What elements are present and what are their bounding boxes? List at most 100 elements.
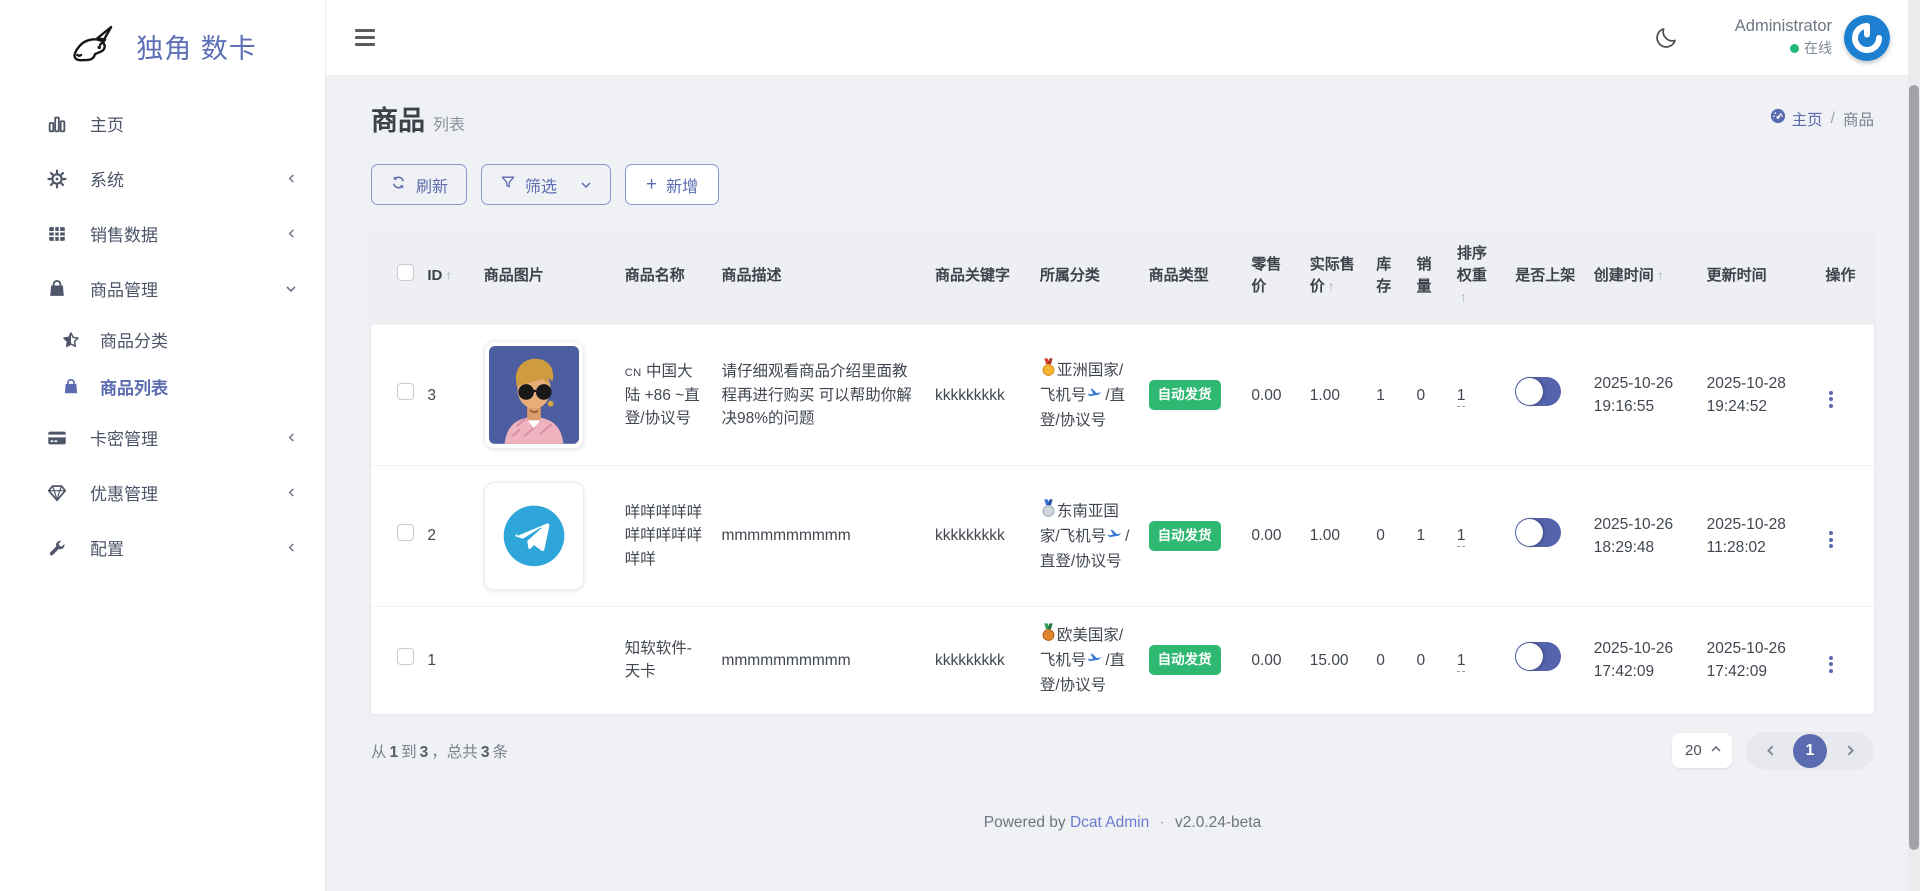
sidebar-item-label: 商品列表 (100, 374, 297, 399)
dcat-admin-link[interactable]: Dcat Admin (1070, 814, 1149, 831)
product-table: ID↑ 商品图片 商品名称 商品描述 商品关键字 所属分类 商品类型 零售价 实… (371, 227, 1874, 714)
cell-image-empty (476, 606, 617, 713)
on-sale-toggle[interactable] (1515, 377, 1561, 406)
sidebar-item-system[interactable]: 系统 (0, 151, 325, 206)
kebab-menu-icon[interactable] (1825, 387, 1837, 412)
cell-description: mmmmmmmmmm (713, 606, 927, 713)
sort-arrow-icon[interactable]: ↑ (1460, 289, 1467, 305)
sidebar-item-label: 优惠管理 (90, 480, 286, 505)
cell-keyword: kkkkkkkkk (927, 466, 1032, 607)
main-area: Administrator 在线 商品列表 (325, 0, 1920, 891)
prev-page-button[interactable] (1757, 738, 1783, 764)
on-sale-toggle[interactable] (1515, 642, 1561, 671)
kebab-menu-icon[interactable] (1825, 527, 1837, 552)
on-sale-toggle[interactable] (1515, 518, 1561, 547)
cn-flag-icon: CN (625, 367, 642, 379)
sort-weight-editable[interactable]: 1 (1457, 652, 1466, 672)
sidebar-item-product-management[interactable]: 商品管理 (0, 261, 325, 316)
column-header-stock: 库存 (1368, 227, 1408, 325)
table-row: 3 (371, 325, 1874, 466)
refresh-button-label: 刷新 (416, 173, 448, 197)
list-footer: 从1到3，总共3条 20 1 (371, 732, 1874, 770)
column-header-category: 所属分类 (1032, 227, 1141, 325)
next-page-button[interactable] (1837, 738, 1863, 764)
credit-card-icon (44, 427, 70, 449)
chevron-left-icon (286, 432, 297, 443)
per-page-value: 20 (1685, 742, 1702, 759)
cell-updated-at: 2025-10-26 17:42:09 (1699, 606, 1818, 713)
column-header-description: 商品描述 (713, 227, 927, 325)
sidebar-item-product-list[interactable]: 商品列表 (0, 363, 325, 410)
content: 商品列表 主页 / 商品 (325, 75, 1920, 891)
moon-icon[interactable] (1654, 25, 1679, 50)
cell-stock: 0 (1368, 606, 1408, 713)
brand-name: 独角 数卡 (136, 27, 257, 66)
cell-sales: 0 (1409, 325, 1449, 466)
row-checkbox[interactable] (397, 524, 414, 541)
cell-description: mmmmmmmmmm (713, 466, 927, 607)
silver-medal-icon (1041, 505, 1056, 522)
chevron-up-icon (1710, 742, 1722, 760)
chevron-down-icon (285, 283, 297, 295)
online-status-label: 在线 (1804, 38, 1832, 58)
sidebar-item-sales-data[interactable]: 销售数据 (0, 206, 325, 261)
cell-retail-price: 0.00 (1243, 606, 1301, 713)
column-header-id: ID↑ (419, 227, 475, 325)
breadcrumb-home-link[interactable]: 主页 (1770, 108, 1823, 130)
column-header-sales: 销量 (1409, 227, 1449, 325)
sort-weight-editable[interactable]: 1 (1457, 527, 1466, 547)
cell-category: 欧美国家/飞机号/直登/协议号 (1032, 606, 1141, 713)
page-title-block: 商品列表 (371, 99, 465, 138)
sidebar-item-label: 主页 (90, 111, 297, 136)
refresh-button[interactable]: 刷新 (371, 164, 467, 205)
add-button[interactable]: + 新增 (625, 164, 719, 205)
type-badge: 自动发货 (1149, 380, 1221, 410)
cell-actual-price: 15.00 (1302, 606, 1368, 713)
sort-arrow-icon[interactable]: ↑ (1328, 278, 1335, 294)
cell-created-at: 2025-10-26 18:29:48 (1586, 466, 1699, 607)
select-all-checkbox[interactable] (397, 264, 414, 281)
cell-id: 1 (419, 606, 475, 713)
sidebar-item-discount-management[interactable]: 优惠管理 (0, 465, 325, 520)
avatar[interactable] (1844, 15, 1890, 61)
kebab-menu-icon[interactable] (1825, 652, 1837, 677)
row-checkbox[interactable] (397, 383, 414, 400)
product-table-card: ID↑ 商品图片 商品名称 商品描述 商品关键字 所属分类 商品类型 零售价 实… (371, 227, 1874, 714)
sidebar-item-settings[interactable]: 配置 (0, 520, 325, 575)
chevron-left-icon (286, 542, 297, 553)
pagination-summary: 从1到3，总共3条 (371, 740, 508, 762)
column-header-retail-price: 零售价 (1243, 227, 1301, 325)
hamburger-menu-icon[interactable] (349, 23, 381, 52)
cell-category: 亚洲国家/飞机号/直登/协议号 (1032, 325, 1141, 466)
sort-weight-editable[interactable]: 1 (1457, 387, 1466, 407)
column-header-keyword: 商品关键字 (927, 227, 1032, 325)
brand[interactable]: 独角 数卡 (0, 0, 325, 92)
table-row: 1 知软软件-天卡 mmmmmmmmmm kkkkkkkkk 欧美国家/飞机号/… (371, 606, 1874, 713)
sidebar-item-card-key-management[interactable]: 卡密管理 (0, 410, 325, 465)
row-checkbox[interactable] (397, 648, 414, 665)
table-icon (44, 223, 70, 245)
current-page-button[interactable]: 1 (1793, 734, 1827, 768)
window-scrollbar (1908, 0, 1920, 891)
chevron-left-icon (286, 487, 297, 498)
sidebar-item-home[interactable]: 主页 (0, 96, 325, 151)
per-page-select[interactable]: 20 (1672, 733, 1732, 768)
airplane-icon (1087, 389, 1104, 406)
column-header-type: 商品类型 (1141, 227, 1244, 325)
cell-retail-price: 0.00 (1243, 325, 1301, 466)
toolbar: 刷新 筛选 + 新增 (371, 164, 1874, 205)
cell-keyword: kkkkkkkkk (927, 325, 1032, 466)
sidebar-item-product-category[interactable]: 商品分类 (0, 316, 325, 363)
gold-medal-icon (1041, 364, 1056, 381)
star-half-icon (58, 330, 84, 350)
page-subtitle: 列表 (433, 117, 465, 134)
sort-arrow-icon[interactable]: ↑ (1657, 267, 1664, 283)
column-header-image: 商品图片 (476, 227, 617, 325)
chevron-down-icon (580, 179, 592, 191)
product-image[interactable] (484, 482, 584, 590)
product-image[interactable] (484, 341, 584, 449)
gem-icon (44, 482, 70, 504)
scrollbar-thumb[interactable] (1909, 85, 1919, 850)
filter-button[interactable]: 筛选 (481, 164, 611, 205)
sort-arrow-icon[interactable]: ↑ (445, 267, 452, 283)
